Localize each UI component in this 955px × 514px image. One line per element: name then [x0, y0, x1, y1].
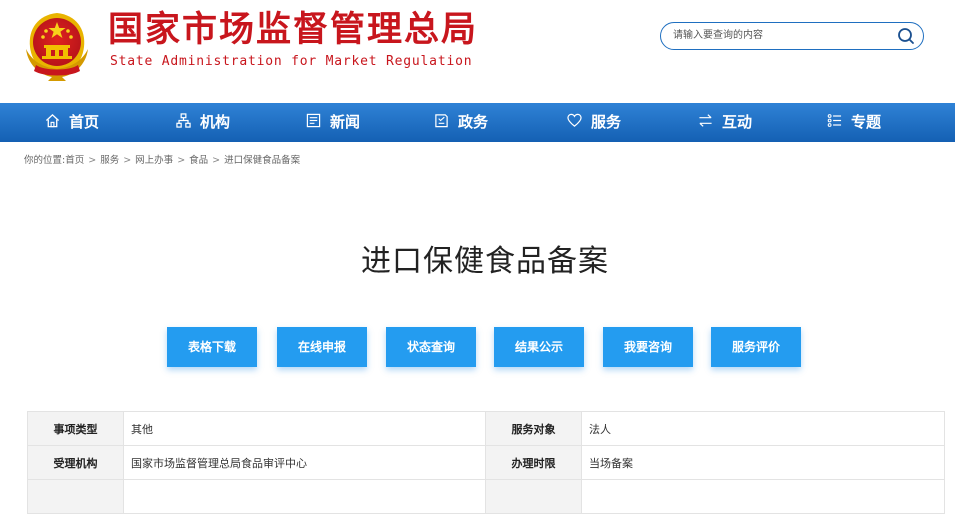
- accepting-agency-value: 国家市场监督管理总局食品审评中心: [123, 445, 486, 480]
- nav-label: 互动: [722, 113, 753, 131]
- nav-item-government-affairs[interactable]: 政务: [434, 103, 488, 142]
- status-query-button[interactable]: 状态查询: [386, 327, 476, 367]
- search-icon[interactable]: [897, 27, 915, 45]
- breadcrumb-separator: >: [177, 155, 186, 166]
- nav-label: 专题: [851, 113, 882, 131]
- breadcrumb-item-current: 进口保健食品备案: [224, 155, 301, 166]
- action-bar: 表格下载 在线申报 状态查询 结果公示 我要咨询 服务评价: [0, 327, 955, 367]
- table-cell: [27, 479, 124, 514]
- breadcrumb-separator: >: [123, 155, 132, 166]
- page-title: 进口保健食品备案: [361, 244, 609, 279]
- item-type-value: 其他: [123, 411, 486, 446]
- book-icon: [435, 114, 448, 128]
- processing-time-value: 当场备案: [581, 445, 945, 480]
- breadcrumb-separator: >: [212, 155, 221, 166]
- table-cell: [485, 479, 582, 514]
- table-cell: [581, 479, 945, 514]
- service-target-label: 服务对象: [485, 411, 582, 446]
- national-emblem-icon[interactable]: [22, 9, 92, 81]
- nav-item-topics[interactable]: 专题: [827, 103, 881, 142]
- service-target-value: 法人: [581, 411, 945, 446]
- service-rating-button[interactable]: 服务评价: [711, 327, 801, 367]
- exchange-arrows-icon: [699, 114, 712, 127]
- consult-button[interactable]: 我要咨询: [603, 327, 693, 367]
- heart-icon: [567, 113, 582, 127]
- main-nav: 首页 机构 新闻 政务 服务 互动 专题: [0, 103, 955, 142]
- nav-label: 服务: [591, 113, 622, 131]
- breadcrumb-item-home[interactable]: 首页: [65, 155, 84, 166]
- breadcrumb-item-food[interactable]: 食品: [189, 155, 208, 166]
- search-input[interactable]: [673, 26, 873, 44]
- breadcrumb-item-online-service[interactable]: 网上办事: [135, 155, 173, 166]
- list-icon: [827, 114, 842, 127]
- nav-item-home[interactable]: 首页: [45, 103, 99, 142]
- home-icon: [45, 113, 60, 128]
- breadcrumb-prefix: 你的位置:: [24, 155, 66, 166]
- site-title-cn[interactable]: 国家市场监督管理总局: [108, 10, 478, 50]
- breadcrumb-item-services[interactable]: 服务: [100, 155, 119, 166]
- online-apply-button[interactable]: 在线申报: [277, 327, 367, 367]
- accepting-agency-label: 受理机构: [27, 445, 124, 480]
- nav-label: 政务: [458, 113, 489, 131]
- newspaper-icon: [306, 113, 321, 128]
- org-chart-icon: [176, 113, 191, 128]
- table-row: [27, 479, 945, 514]
- nav-item-news[interactable]: 新闻: [306, 103, 360, 142]
- search-box: [660, 22, 924, 50]
- nav-label: 机构: [200, 113, 231, 131]
- breadcrumb-separator: >: [88, 155, 97, 166]
- item-type-label: 事项类型: [27, 411, 124, 446]
- table-cell: [123, 479, 486, 514]
- breadcrumb: 你的位置:首页 > 服务 > 网上办事 > 食品 > 进口保健食品备案: [24, 152, 300, 166]
- nav-label: 首页: [69, 113, 100, 131]
- processing-time-label: 办理时限: [485, 445, 582, 480]
- result-publicity-button[interactable]: 结果公示: [494, 327, 584, 367]
- table-row: 事项类型 其他 服务对象 法人: [27, 411, 945, 446]
- service-info-table: 事项类型 其他 服务对象 法人 受理机构 国家市场监督管理总局食品审评中心 办理…: [27, 411, 945, 514]
- site-header: 国家市场监督管理总局 State Administration for Mark…: [0, 0, 955, 100]
- nav-item-interaction[interactable]: 互动: [698, 103, 752, 142]
- nav-item-organization[interactable]: 机构: [176, 103, 230, 142]
- nav-item-services[interactable]: 服务: [567, 103, 621, 142]
- table-row: 受理机构 国家市场监督管理总局食品审评中心 办理时限 当场备案: [27, 445, 945, 480]
- site-title-en: State Administration for Market Regulati…: [110, 54, 473, 69]
- nav-label: 新闻: [330, 113, 361, 131]
- form-download-button[interactable]: 表格下载: [167, 327, 257, 367]
